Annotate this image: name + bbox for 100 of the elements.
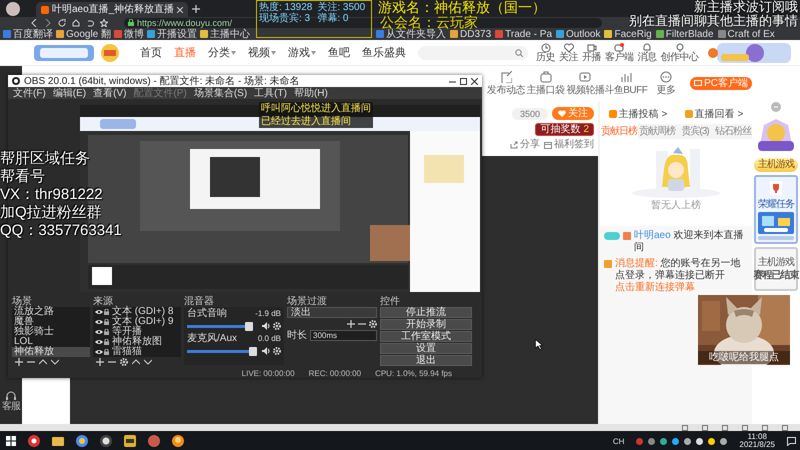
control-button[interactable]: 开始录制	[380, 319, 472, 330]
up-icon[interactable]	[132, 358, 140, 366]
nav-link[interactable]: 视频	[248, 46, 276, 58]
add-icon[interactable]	[15, 358, 23, 366]
eye-icon[interactable]	[95, 349, 103, 355]
source-item[interactable]: 文本 (GDI+) 9	[112, 317, 174, 327]
source-item[interactable]: 等开播	[112, 327, 142, 337]
bookmark[interactable]: 百度翻译	[3, 28, 53, 40]
lock-icon[interactable]	[104, 309, 109, 315]
add-icon[interactable]	[96, 358, 104, 366]
forward-icon[interactable]	[44, 18, 52, 26]
lock-icon[interactable]	[104, 349, 109, 355]
speaker-icon[interactable]	[262, 322, 270, 330]
new-tab-icon[interactable]	[192, 4, 200, 12]
lock-icon[interactable]	[104, 329, 109, 335]
input-method-indicator[interactable]: CH	[612, 436, 624, 446]
close-icon[interactable]	[471, 78, 478, 84]
add-icon[interactable]	[347, 320, 355, 328]
nav-link[interactable]: 鱼乐盛典	[362, 46, 406, 58]
menu-item[interactable]: 工具(T)	[254, 88, 287, 98]
browser-tab[interactable]: 叶明aeo直播_神佑释放直播	[36, 2, 188, 17]
maximize-icon[interactable]	[460, 78, 467, 84]
control-button[interactable]: 工作室模式	[380, 331, 472, 342]
nav-link[interactable]: 分类	[208, 46, 236, 58]
source-item[interactable]: 文本 (GDI+) 8	[112, 307, 174, 317]
lock-icon[interactable]	[104, 339, 109, 345]
eye-icon[interactable]	[95, 309, 103, 315]
page-tool-icon[interactable]	[722, 424, 728, 430]
duration-field[interactable]: 300ms	[310, 330, 377, 341]
scene-item[interactable]: 魔兽	[12, 317, 90, 327]
control-button[interactable]: 停止推流	[380, 307, 472, 318]
checkin-link[interactable]: 福利签到	[544, 139, 594, 150]
header-shortcut[interactable]: 历史	[536, 42, 555, 62]
bookmark[interactable]: 开播设置	[147, 28, 198, 40]
page-tool-icon[interactable]	[682, 424, 688, 430]
down-icon[interactable]	[51, 358, 59, 366]
slider-thumb[interactable]	[249, 346, 258, 356]
home-icon[interactable]	[72, 18, 80, 26]
lock-icon[interactable]	[104, 319, 109, 325]
header-shortcut[interactable]: 创作中心	[660, 42, 698, 62]
ad-button[interactable]: 主机游戏	[754, 158, 798, 172]
task-card[interactable]: 荣耀任务	[754, 175, 798, 244]
lottery-badge[interactable]: 可抽奖数 2	[535, 123, 594, 136]
volume-slider[interactable]	[187, 346, 259, 356]
gear-icon[interactable]	[369, 320, 377, 328]
source-item[interactable]: 神佑释放图	[112, 337, 162, 347]
taskbar-app-icon[interactable]	[172, 435, 184, 447]
header-shortcut[interactable]: 开播	[582, 42, 601, 62]
scene-item[interactable]: 流放之路	[12, 307, 90, 317]
menu-item[interactable]: 场景集合(S)	[194, 88, 248, 98]
bookmark[interactable]: DD373	[450, 28, 492, 40]
toolbar-item[interactable]: 斗鱼BUFF	[605, 71, 646, 96]
service-link[interactable]: 客服	[2, 391, 20, 412]
scene-item[interactable]: LOL	[12, 337, 90, 347]
scene-item[interactable]: 独影骑士	[12, 327, 90, 337]
nav-link[interactable]: 游戏	[288, 46, 316, 58]
gear-icon[interactable]	[273, 347, 281, 355]
bookmark[interactable]: FaceRig	[604, 28, 652, 40]
control-button[interactable]: 退出	[380, 355, 472, 366]
bookmark[interactable]: 主播中心	[200, 28, 250, 40]
control-button[interactable]: 设置	[380, 343, 472, 354]
toolbar-item[interactable]: 更多	[646, 71, 686, 96]
bookmark[interactable]: Craft of Ex	[718, 28, 775, 40]
toolbar-item[interactable]: 主播口袋	[526, 71, 566, 96]
eye-icon[interactable]	[95, 319, 103, 325]
header-shortcut[interactable]: 关注	[559, 42, 578, 62]
page-tool-icon[interactable]	[762, 424, 768, 430]
toolbar-item[interactable]: 视频轮播	[566, 71, 606, 96]
up-icon[interactable]	[39, 358, 47, 366]
bookmark[interactable]: Google 翻	[56, 28, 112, 40]
source-item[interactable]: 雷猫猫	[112, 347, 142, 357]
taskbar-app-icon[interactable]	[28, 435, 40, 447]
menu-item[interactable]: 帮助(H)	[294, 88, 328, 98]
scene-item[interactable]: 神佑释放	[12, 347, 90, 357]
clock[interactable]: 11:08 2021/8/25	[739, 433, 775, 449]
bookmark[interactable]: 微博	[114, 28, 144, 40]
taskbar-app-icon[interactable]	[76, 435, 88, 447]
nav-link[interactable]: 鱼吧	[328, 46, 350, 58]
speaker-icon[interactable]	[262, 347, 270, 355]
down-icon[interactable]	[144, 358, 152, 366]
star-icon[interactable]	[100, 18, 108, 26]
bookmark[interactable]: FilterBlade	[656, 28, 714, 40]
header-shortcut[interactable]: 客户端	[605, 42, 634, 62]
toolbar-item[interactable]: 发布动态	[486, 71, 526, 96]
menu-item[interactable]: 查看(V)	[93, 88, 126, 98]
back-icon[interactable]	[30, 18, 38, 26]
gear-icon[interactable]	[273, 322, 281, 330]
eye-icon[interactable]	[95, 329, 103, 335]
slider-thumb[interactable]	[244, 322, 253, 330]
eye-icon[interactable]	[95, 339, 103, 345]
taskbar-app-icon[interactable]	[124, 435, 136, 447]
windows-icon[interactable]	[6, 436, 16, 446]
undo-icon[interactable]	[86, 18, 94, 26]
panel-link[interactable]: 直播回看 >	[684, 108, 744, 120]
page-tool-icon[interactable]	[742, 424, 748, 430]
reload-icon[interactable]	[58, 18, 66, 26]
header-shortcut[interactable]: 消息	[638, 42, 656, 62]
schedule-card[interactable]: 主机游戏 赛程已结束	[754, 247, 798, 291]
transition-select[interactable]: 淡出	[287, 307, 377, 318]
search-field[interactable]	[418, 46, 528, 60]
